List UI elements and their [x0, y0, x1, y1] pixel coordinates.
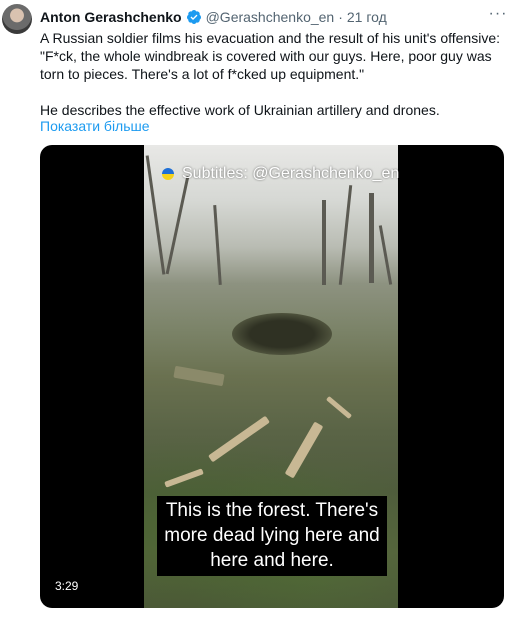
video-duration: 3:29	[50, 577, 84, 595]
tweet-header: Anton Gerashchenko @Gerashchenko_en · 21…	[40, 8, 387, 26]
verified-badge-icon	[186, 9, 202, 25]
subtitles-watermark: Subtitles: @Gerashchenko_en	[162, 163, 399, 185]
tweet-text-paragraph-1: A Russian soldier films his evacuation a…	[40, 30, 500, 82]
show-more-link[interactable]: Показати більше	[40, 118, 150, 134]
avatar[interactable]	[2, 4, 32, 34]
tweet-text: A Russian soldier films his evacuation a…	[40, 29, 510, 119]
separator-dot: ·	[338, 9, 343, 25]
tweet[interactable]: Anton Gerashchenko @Gerashchenko_en · 21…	[0, 0, 522, 620]
more-dots-icon[interactable]: ···	[488, 6, 508, 24]
author-handle[interactable]: @Gerashchenko_en	[206, 9, 335, 25]
tweet-text-paragraph-2: He describes the effective work of Ukrai…	[40, 102, 440, 118]
ukraine-flag-icon	[162, 168, 174, 180]
timestamp[interactable]: 21 год	[347, 9, 387, 25]
author-name[interactable]: Anton Gerashchenko	[40, 9, 182, 25]
subtitles-watermark-text: Subtitles: @Gerashchenko_en	[182, 165, 400, 182]
video-caption: This is the forest. There's more dead ly…	[157, 496, 387, 576]
video-player[interactable]: Subtitles: @Gerashchenko_en This is the …	[40, 145, 504, 608]
